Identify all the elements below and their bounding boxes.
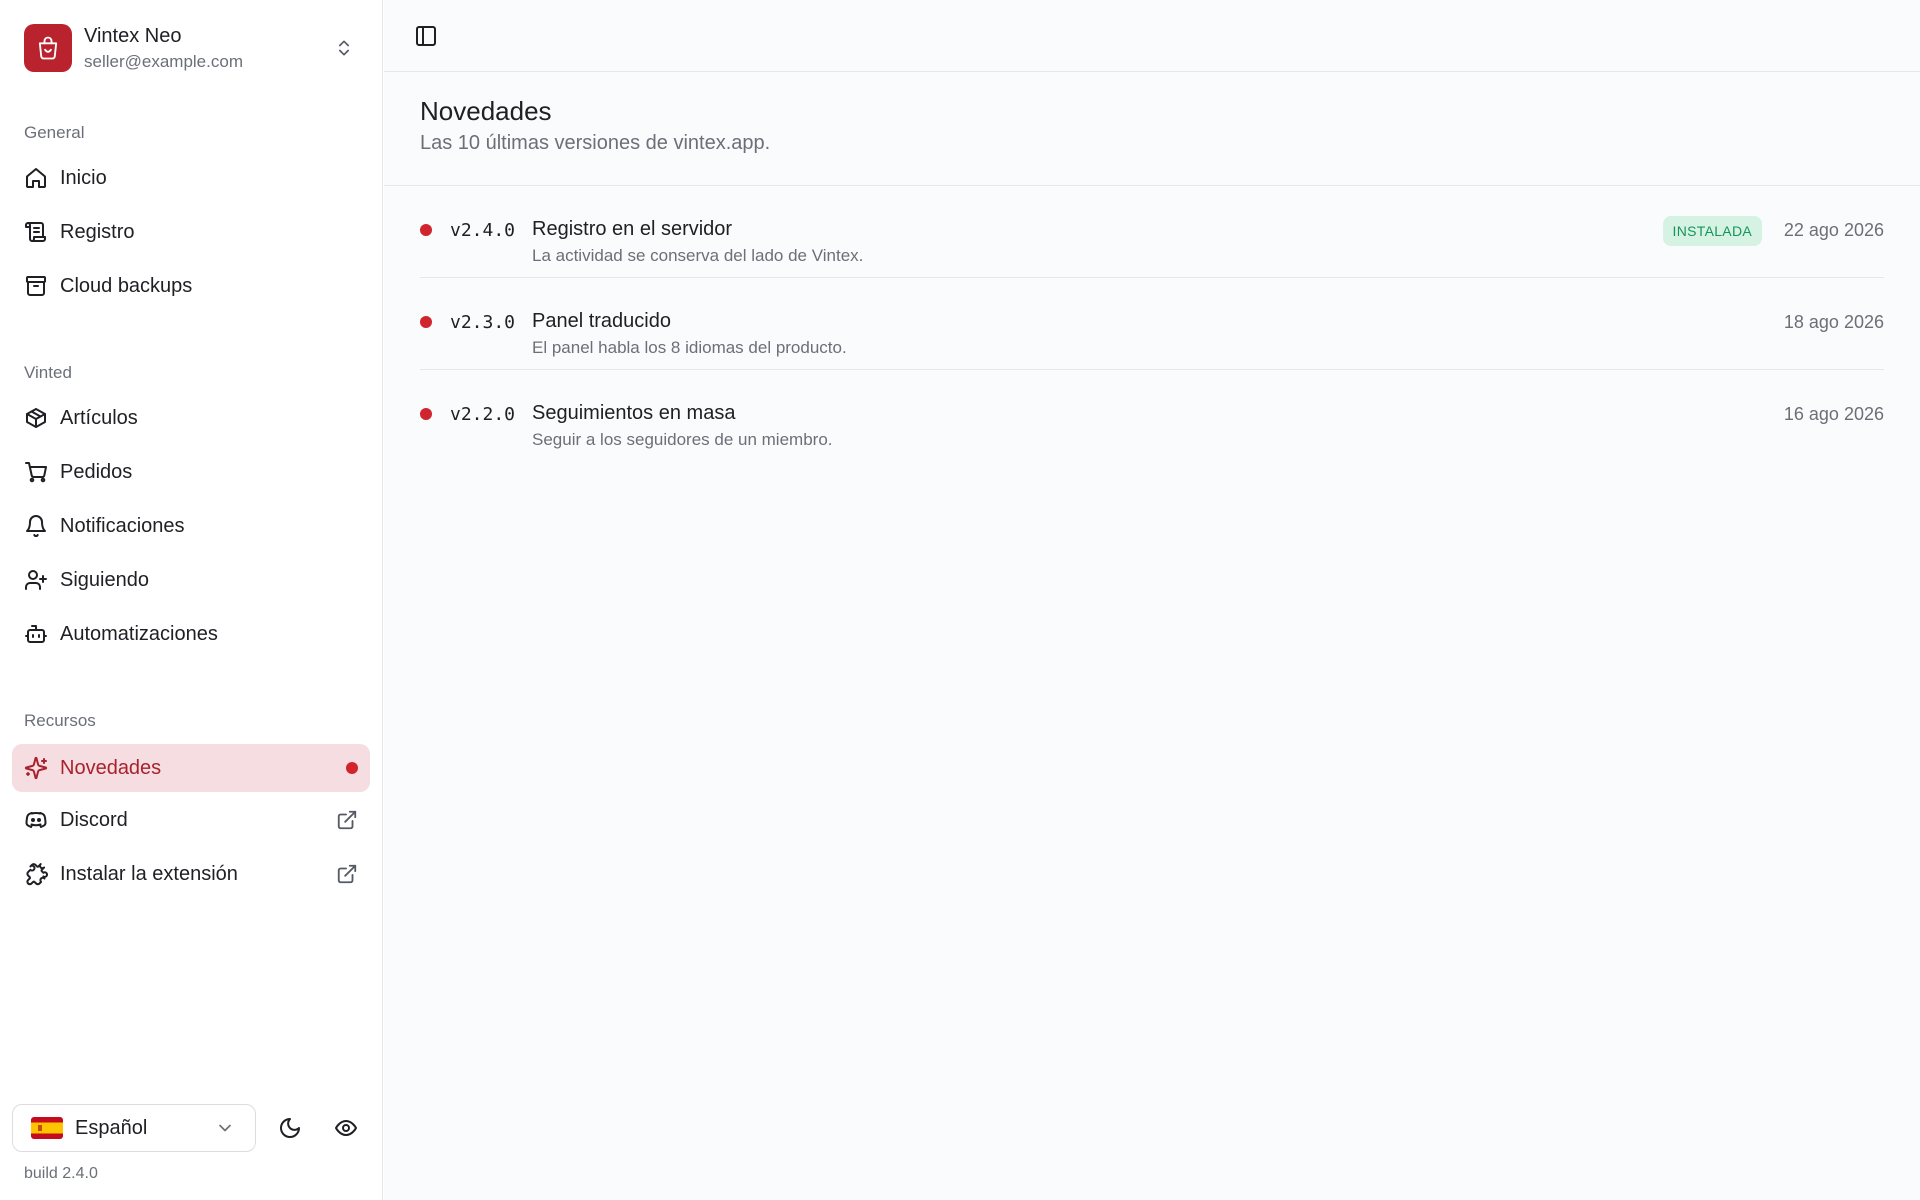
topbar: [384, 0, 1920, 72]
eye-icon: [334, 1116, 358, 1140]
sidebar-item-registro[interactable]: Registro: [12, 209, 370, 255]
sidebar-item-label: Registro: [60, 220, 135, 243]
build-version: build 2.4.0: [24, 1165, 98, 1182]
main-content: Novedades Las 10 últimas versiones de vi…: [384, 0, 1920, 1200]
page-subtitle: Las 10 últimas versiones de vintex.app.: [420, 132, 771, 154]
release-item[interactable]: v2.4.0 Registro en el servidor La activi…: [420, 186, 1884, 278]
dark-mode-toggle[interactable]: [270, 1108, 310, 1148]
language-select-value: Español: [75, 1116, 148, 1139]
panel-left-icon: [414, 24, 438, 48]
section-label-general: General: [24, 123, 85, 142]
language-select[interactable]: Español: [12, 1104, 256, 1152]
sidebar-item-label: Siguiendo: [60, 568, 149, 591]
cart-icon: [24, 460, 48, 484]
unread-dot: [420, 224, 432, 236]
external-link-icon: [336, 863, 358, 885]
chevron-down-icon: [215, 1118, 235, 1138]
bot-icon: [24, 622, 48, 646]
release-title: Seguimientos en masa: [532, 402, 736, 424]
sidebar-item-automatizaciones[interactable]: Automatizaciones: [12, 611, 370, 657]
installed-badge: INSTALADA: [1662, 216, 1762, 246]
unread-dot: [420, 316, 432, 328]
release-description: La actividad se conserva del lado de Vin…: [532, 246, 864, 265]
sidebar-item-label: Artículos: [60, 406, 138, 429]
sidebar-item-label: Pedidos: [60, 460, 133, 483]
account-switcher[interactable]: Vintex Neo seller@example.com: [12, 12, 368, 84]
release-title: Panel traducido: [532, 310, 671, 332]
sidebar-item-instalar-extension[interactable]: Instalar la extensión: [12, 851, 370, 897]
account-email: seller@example.com: [84, 51, 243, 71]
discord-icon: [24, 808, 48, 832]
sidebar-item-notificaciones[interactable]: Notificaciones: [12, 503, 370, 549]
section-label-vinted: Vinted: [24, 363, 72, 382]
external-link-icon: [336, 809, 358, 831]
page-header: Novedades Las 10 últimas versiones de vi…: [384, 72, 1920, 186]
sidebar: Vintex Neo seller@example.com General In…: [0, 0, 383, 1200]
sidebar-item-label: Novedades: [60, 756, 162, 779]
sidebar-item-label: Instalar la extensión: [60, 862, 238, 885]
sidebar-item-label: Cloud backups: [60, 274, 193, 297]
release-date: 18 ago 2026: [1783, 312, 1884, 332]
sidebar-item-articulos[interactable]: Artículos: [12, 395, 370, 441]
sidebar-item-label: Discord: [60, 808, 128, 831]
page-title: Novedades: [420, 96, 552, 126]
sidebar-item-label: Automatizaciones: [60, 622, 218, 645]
unread-dot: [346, 762, 358, 774]
sidebar-item-siguiendo[interactable]: Siguiendo: [12, 557, 370, 603]
sidebar-item-discord[interactable]: Discord: [12, 797, 370, 843]
release-title: Registro en el servidor: [532, 218, 733, 240]
sidebar-item-label: Notificaciones: [60, 514, 185, 537]
release-version: v2.3.0: [450, 312, 516, 333]
sparkles-icon: [24, 756, 48, 780]
release-date: 16 ago 2026: [1783, 404, 1884, 424]
puzzle-icon: [24, 862, 48, 886]
release-list: v2.4.0 Registro en el servidor La activi…: [384, 186, 1920, 462]
visibility-toggle[interactable]: [326, 1108, 366, 1148]
release-item[interactable]: v2.2.0 Seguimientos en masa Seguir a los…: [420, 370, 1884, 462]
archive-icon: [24, 274, 48, 298]
release-description: Seguir a los seguidores de un miembro.: [532, 430, 833, 449]
sidebar-item-inicio[interactable]: Inicio: [12, 155, 370, 201]
es-flag-icon: [31, 1117, 63, 1139]
release-date: 22 ago 2026: [1783, 220, 1884, 240]
sidebar-item-novedades[interactable]: Novedades: [12, 744, 370, 792]
scroll-icon: [24, 220, 48, 244]
package-icon: [24, 406, 48, 430]
release-version: v2.4.0: [450, 220, 516, 241]
sidebar-item-label: Inicio: [60, 166, 107, 189]
user-plus-icon: [24, 568, 48, 592]
moon-icon: [278, 1116, 302, 1140]
bell-icon: [24, 514, 48, 538]
release-description: El panel habla los 8 idiomas del product…: [532, 338, 847, 357]
section-label-recursos: Recursos: [24, 711, 96, 730]
sidebar-toggle-button[interactable]: [406, 16, 446, 56]
shopping-bag-logo-icon: [24, 24, 72, 72]
home-icon: [24, 166, 48, 190]
chevrons-up-down-icon: [334, 38, 354, 58]
sidebar-item-pedidos[interactable]: Pedidos: [12, 449, 370, 495]
release-version: v2.2.0: [450, 404, 516, 425]
account-name: Vintex Neo: [84, 24, 182, 47]
release-item[interactable]: v2.3.0 Panel traducido El panel habla lo…: [420, 278, 1884, 370]
sidebar-item-cloud-backups[interactable]: Cloud backups: [12, 263, 370, 309]
unread-dot: [420, 408, 432, 420]
